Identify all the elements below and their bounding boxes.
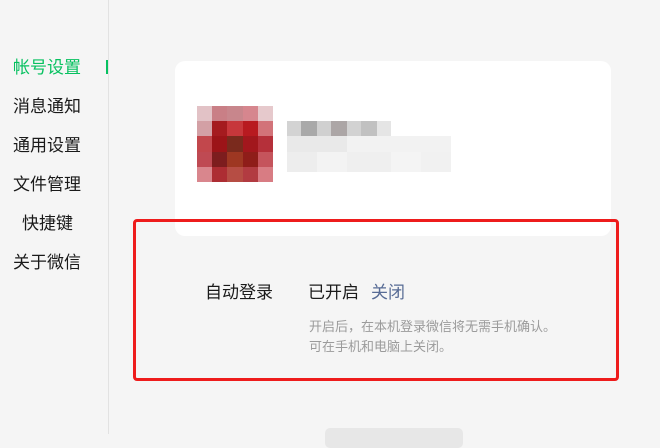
avatar-mosaic-tile (197, 136, 213, 152)
sidebar-item-about-wechat[interactable]: 关于微信 (13, 252, 81, 274)
avatar-mosaic-tile (212, 151, 228, 167)
highlight-annotation-box (133, 219, 619, 381)
avatar-mosaic-tile (197, 151, 213, 167)
avatar-mosaic-tile (242, 166, 258, 182)
avatar-mosaic-tile (257, 106, 273, 122)
avatar-mosaic-tile (197, 166, 213, 182)
avatar-mosaic-tile (257, 136, 273, 152)
settings-sidebar: 帐号设置 消息通知 通用设置 文件管理 快捷键 关于微信 (0, 0, 108, 434)
sidebar-item-notifications[interactable]: 消息通知 (13, 96, 81, 118)
sidebar-item-general-settings[interactable]: 通用设置 (13, 135, 81, 157)
avatar-mosaic-tile (227, 136, 243, 152)
avatar-mosaic-tile (257, 121, 273, 137)
avatar-mosaic-tile (257, 166, 273, 182)
avatar-mosaic-tile (227, 166, 243, 182)
logout-button[interactable] (325, 428, 463, 448)
avatar-mosaic-tile (197, 106, 213, 122)
sidebar-item-shortcuts[interactable]: 快捷键 (22, 213, 73, 235)
avatar-mosaic-tile (212, 136, 228, 152)
sidebar-item-file-management[interactable]: 文件管理 (13, 174, 81, 196)
account-name-redacted (287, 121, 467, 183)
avatar-mosaic-tile (212, 106, 228, 122)
avatar-mosaic-tile (212, 121, 228, 137)
avatar-mosaic-tile (242, 106, 258, 122)
avatar-mosaic-tile (227, 121, 243, 137)
avatar-mosaic-tile (257, 151, 273, 167)
avatar-mosaic-tile (212, 166, 228, 182)
avatar-mosaic-tile (242, 121, 258, 137)
avatar-mosaic-tile (242, 151, 258, 167)
sidebar-divider (108, 0, 109, 434)
avatar-mosaic-tile (227, 106, 243, 122)
account-card (175, 61, 611, 236)
avatar-mosaic-tile (197, 121, 213, 137)
avatar-mosaic-tile (242, 136, 258, 152)
avatar[interactable] (197, 106, 273, 182)
sidebar-item-account-settings[interactable]: 帐号设置 (13, 57, 81, 79)
avatar-mosaic-tile (227, 151, 243, 167)
